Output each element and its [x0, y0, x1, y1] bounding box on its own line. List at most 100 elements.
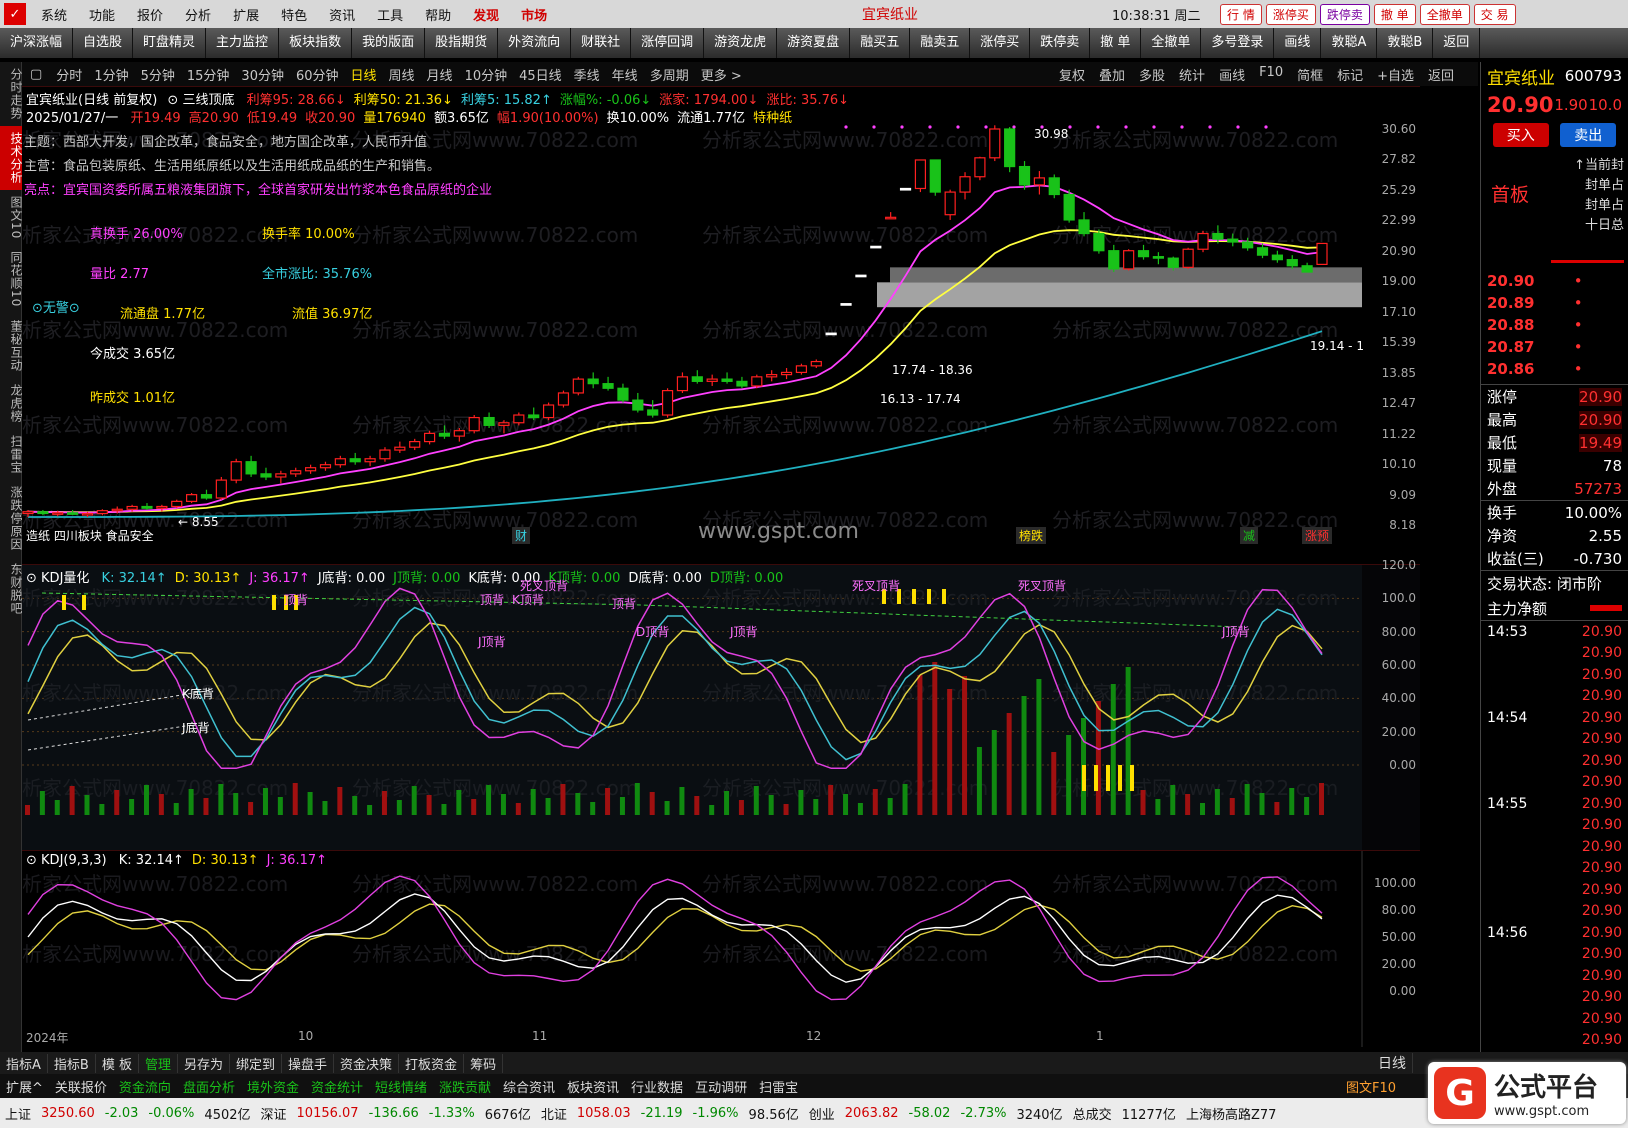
candle-body[interactable]: [453, 430, 465, 437]
toolbar-item-14[interactable]: 涨停买: [970, 28, 1031, 58]
left-tab-7[interactable]: 涨跌停原因: [0, 480, 23, 557]
candle-body[interactable]: [275, 473, 287, 478]
timeframe-7[interactable]: 周线: [383, 65, 421, 84]
chart-tool-2[interactable]: 多股: [1132, 65, 1172, 84]
candle-body[interactable]: [349, 458, 361, 463]
tag-0[interactable]: 造纸 四川板块 食品安全: [26, 527, 154, 544]
candle-body[interactable]: [156, 505, 168, 509]
candle-body[interactable]: [959, 176, 971, 193]
candle-body[interactable]: [379, 449, 391, 460]
indicator-tab-0[interactable]: 指标A: [0, 1053, 48, 1073]
trade-button-5[interactable]: 交 易: [1473, 3, 1516, 25]
candle-body[interactable]: [260, 473, 272, 478]
indicator-tab-3[interactable]: 管理: [139, 1053, 178, 1073]
no-alert-badge[interactable]: ⊙无警⊙: [32, 297, 80, 316]
info-tab-6[interactable]: 短线情绪: [369, 1077, 433, 1096]
candle-body[interactable]: [676, 376, 689, 392]
info-tab-11[interactable]: 互动调研: [689, 1077, 753, 1096]
left-tab-2[interactable]: 图文10: [0, 190, 23, 245]
chart-tool-7[interactable]: 标记: [1330, 65, 1370, 84]
candle-body[interactable]: [1137, 250, 1150, 258]
main-net-row[interactable]: 主力净额: [1481, 596, 1628, 620]
candle-body[interactable]: [1256, 247, 1269, 256]
chart-tool-9[interactable]: 返回: [1421, 65, 1461, 84]
candle-body[interactable]: [1123, 250, 1135, 270]
kdj-panel[interactable]: 分析家公式网www.70822.com 分析家公式网www.70822.com 分析…: [22, 850, 1420, 1047]
candle-body[interactable]: [468, 416, 480, 432]
trade-button-0[interactable]: 行 情: [1220, 3, 1262, 25]
f10-link[interactable]: 图文F10: [1340, 1077, 1402, 1096]
kdj-quant-chart[interactable]: 分析家公式网www.70822.com 分析家公式网www.70822.com 分析…: [22, 565, 1420, 851]
candle-body[interactable]: [141, 505, 153, 509]
timeframe-3[interactable]: 15分钟: [181, 65, 236, 84]
candle-body[interactable]: [1197, 232, 1209, 250]
timeframe-12[interactable]: 年线: [606, 65, 644, 84]
chart-tool-8[interactable]: +自选: [1370, 65, 1421, 84]
info-tab-8[interactable]: 综合资讯: [497, 1077, 561, 1096]
menu-8[interactable]: 帮助: [414, 5, 462, 24]
candle-body[interactable]: [647, 409, 659, 416]
candle-body[interactable]: [409, 441, 421, 448]
toolbar-item-17[interactable]: 全撤单: [1141, 28, 1202, 58]
buy-button[interactable]: 买入: [1492, 123, 1549, 147]
candle-body[interactable]: [1093, 232, 1105, 252]
trade-button-3[interactable]: 撤 单: [1373, 3, 1416, 25]
app-logo-icon[interactable]: ✓: [4, 3, 26, 25]
candle-body[interactable]: [1167, 257, 1179, 268]
left-tab-3[interactable]: 同花顺10: [0, 245, 23, 313]
candle-body[interactable]: [438, 432, 451, 437]
candle-body[interactable]: [394, 446, 406, 451]
chart-tool-4[interactable]: 画线: [1212, 65, 1252, 84]
left-tab-1[interactable]: 技术分析: [0, 126, 23, 190]
toolbar-item-1[interactable]: 自选股: [73, 28, 134, 58]
toolbar-item-20[interactable]: 敦聪A: [1321, 28, 1378, 58]
candle-body[interactable]: [423, 432, 436, 443]
menu-3[interactable]: 分析: [174, 5, 222, 24]
candle-body[interactable]: [602, 383, 614, 389]
candle-body[interactable]: [304, 467, 317, 472]
candle-body[interactable]: [528, 414, 540, 419]
candle-body[interactable]: [1078, 219, 1090, 235]
candle-body[interactable]: [498, 422, 510, 426]
info-tab-0[interactable]: 扩展^: [0, 1077, 49, 1096]
timeframe-6[interactable]: 日线: [345, 65, 383, 84]
timeframe-8[interactable]: 月线: [421, 65, 459, 84]
candle-body[interactable]: [929, 159, 941, 193]
candle-body[interactable]: [319, 464, 332, 469]
toolbar-item-12[interactable]: 融买五: [850, 28, 911, 58]
candle-body[interactable]: [721, 378, 733, 382]
candle-body[interactable]: [691, 376, 703, 382]
candle-body[interactable]: [52, 512, 64, 515]
candle-body[interactable]: [706, 378, 718, 382]
candle-body[interactable]: [751, 376, 763, 387]
info-tab-9[interactable]: 板块资讯: [561, 1077, 625, 1096]
timeframe-9[interactable]: 10分钟: [459, 65, 514, 84]
menu-1[interactable]: 功能: [78, 5, 126, 24]
candle-body[interactable]: [171, 500, 183, 508]
candle-body[interactable]: [37, 511, 49, 515]
candle-body[interactable]: [1212, 232, 1224, 240]
info-tab-10[interactable]: 行业数据: [625, 1077, 689, 1096]
indicator-tab-5[interactable]: 绑定到: [230, 1053, 283, 1073]
toolbar-item-0[interactable]: 沪深涨幅: [0, 28, 74, 58]
menu-red-0[interactable]: 发现: [462, 5, 510, 24]
candle-body[interactable]: [661, 390, 674, 416]
candle-body[interactable]: [542, 404, 555, 419]
toolbar-item-8[interactable]: 财联社: [571, 28, 632, 58]
sell-button[interactable]: 卖出: [1560, 123, 1617, 147]
candle-body[interactable]: [1033, 177, 1046, 186]
candle-body[interactable]: [513, 414, 525, 424]
candle-body[interactable]: [1227, 238, 1239, 243]
candle-body[interactable]: [632, 399, 644, 411]
indicator-tab-2[interactable]: 模 板: [96, 1053, 139, 1073]
toolbar-item-3[interactable]: 主力监控: [206, 28, 280, 58]
toolbar-item-13[interactable]: 融卖五: [910, 28, 971, 58]
toolbar-item-16[interactable]: 撤 单: [1090, 28, 1142, 58]
menu-5[interactable]: 特色: [270, 5, 318, 24]
timeframe-4[interactable]: 30分钟: [235, 65, 290, 84]
candle-body[interactable]: [914, 159, 927, 190]
candle-body[interactable]: [1316, 242, 1328, 266]
indicator-tab-6[interactable]: 操盘手: [282, 1053, 335, 1073]
candle-body[interactable]: [825, 332, 837, 336]
menu-red-1[interactable]: 市场: [510, 5, 558, 24]
